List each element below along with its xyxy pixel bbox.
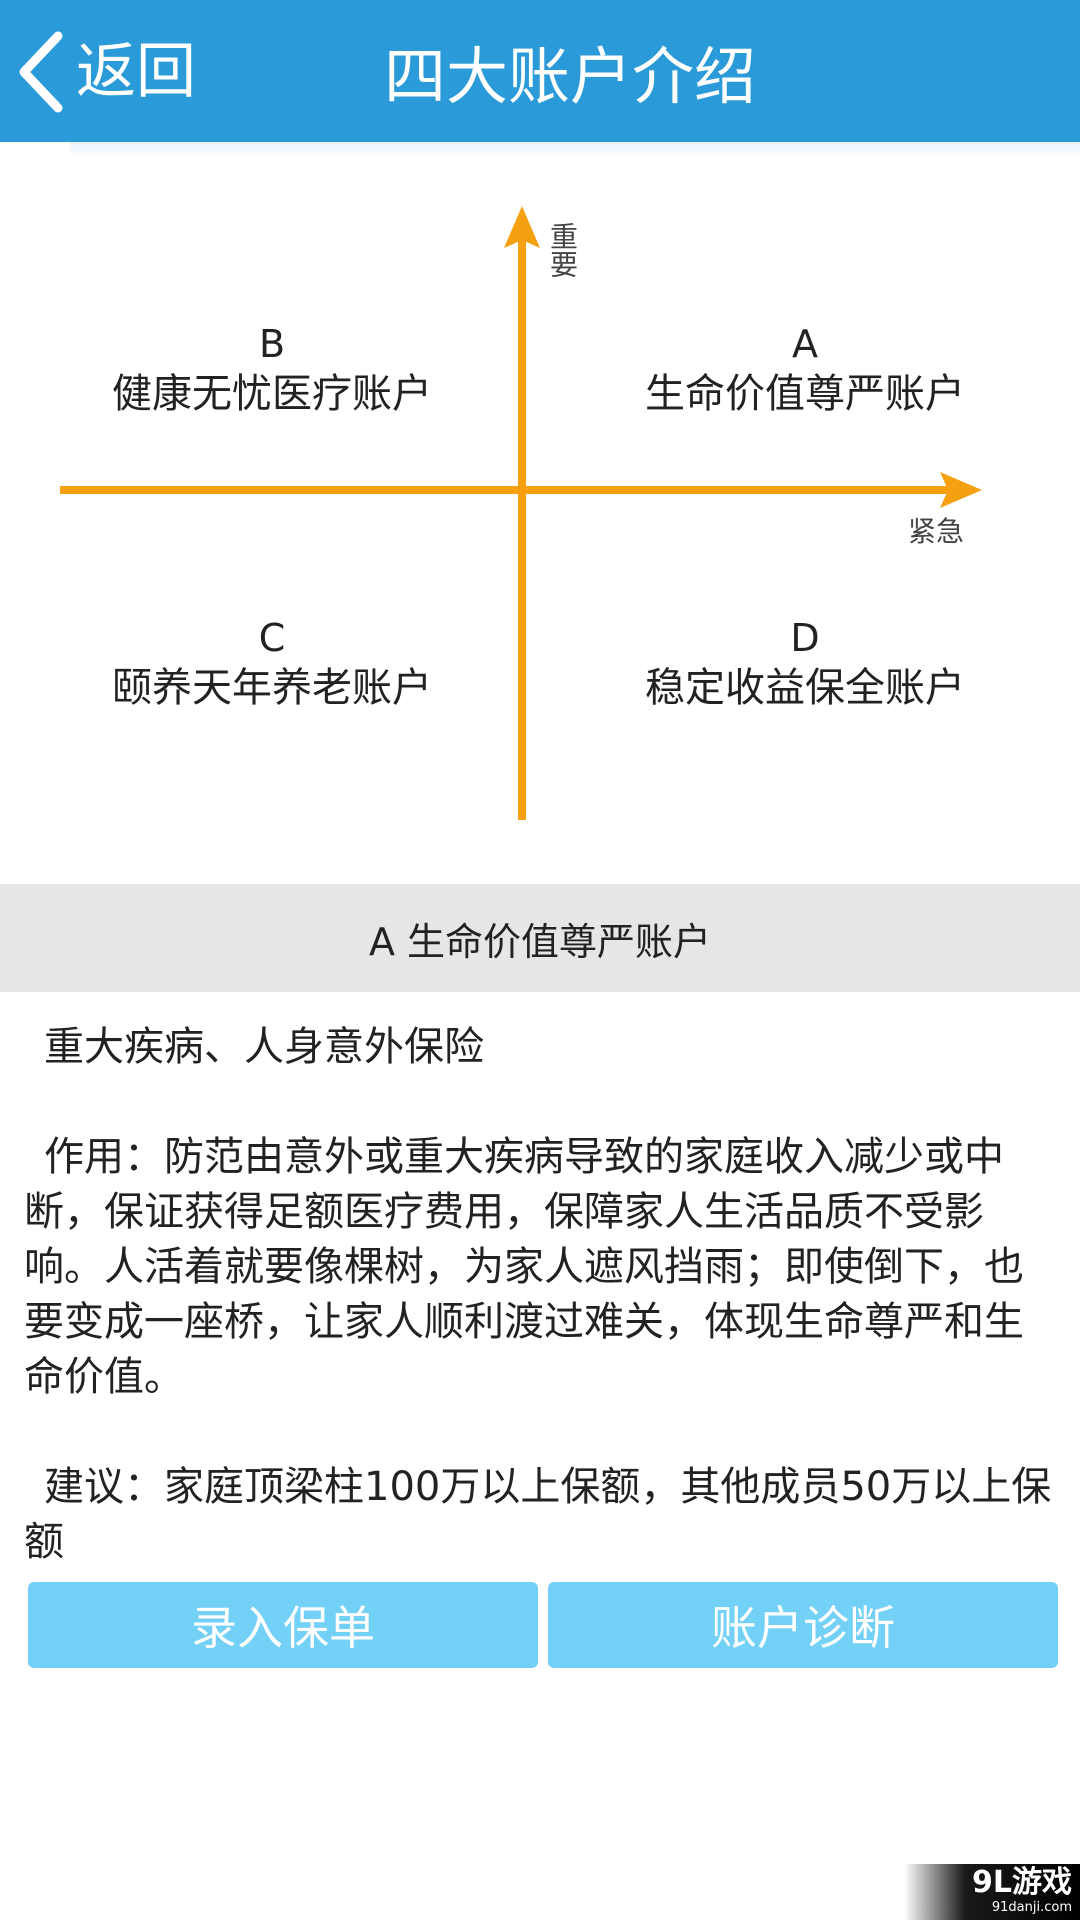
quadrant-name: 健康无忧医疗账户 [112, 371, 432, 417]
x-axis-label: 紧急 [908, 515, 965, 548]
selected-account-title: A 生命价值尊严账户 [0, 884, 1080, 992]
quadrant-name: 颐养天年养老账户 [112, 665, 432, 711]
account-category: 重大疾病、人身意外保险 [44, 1024, 484, 1070]
quadrant-letter: C [258, 616, 286, 660]
app-header: 返回 四大账户介绍 [0, 0, 1080, 142]
quadrant-d[interactable]: D 稳定收益保全账户 [595, 614, 1015, 714]
header-shadow [70, 142, 1080, 158]
enter-policy-button[interactable]: 录入保单 [28, 1582, 538, 1668]
quadrant-letter: A [792, 322, 818, 366]
account-detail: 重大疾病、人身意外保险 作用：防范由意外或重大疾病导致的家庭收入减少或中断，保证… [24, 1020, 1060, 1570]
watermark-main: 9L游戏 [972, 1865, 1072, 1900]
page-title: 四大账户介绍 [383, 40, 756, 113]
quadrant-letter: D [790, 616, 820, 660]
quadrant-a[interactable]: A 生命价值尊严账户 [595, 320, 1015, 420]
quadrant-name: 稳定收益保全账户 [645, 665, 965, 711]
quadrant-c[interactable]: C 颐养天年养老账户 [62, 614, 482, 714]
account-advice: 建议：家庭顶梁柱100万以上保额，其他成员50万以上保额 [24, 1464, 1052, 1565]
quadrant-letter: B [258, 322, 286, 366]
account-usage: 作用：防范由意外或重大疾病导致的家庭收入减少或中断，保证获得足额医疗费用，保障家… [24, 1134, 1024, 1400]
quadrant-b[interactable]: B 健康无忧医疗账户 [62, 320, 482, 420]
account-quadrant-diagram: 重要 紧急 B 健康无忧医疗账户 A 生命价值尊严账户 C 颐养天年养老账户 D… [0, 190, 1080, 830]
watermark-sub: 91danji.com [991, 1900, 1072, 1915]
quadrant-name: 生命价值尊严账户 [645, 371, 965, 417]
account-diagnosis-button[interactable]: 账户诊断 [548, 1582, 1058, 1668]
y-axis-label: 重要 [546, 222, 579, 278]
action-buttons: 录入保单 账户诊断 [28, 1582, 1058, 1668]
watermark-logo: 9L游戏 91danji.com [904, 1864, 1080, 1920]
